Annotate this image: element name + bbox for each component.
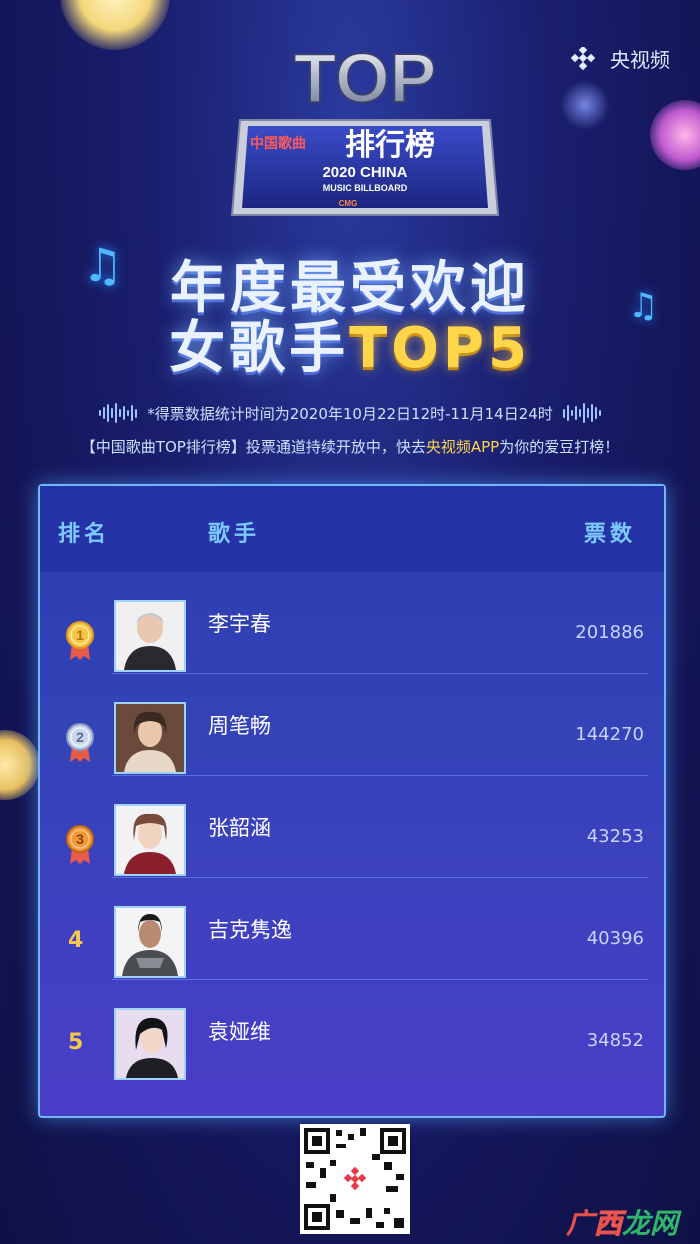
brand-name: 央视频 (610, 48, 670, 72)
light-glow (560, 80, 610, 130)
watermark: 广西龙网 (566, 1202, 678, 1242)
sound-wave-icon (562, 402, 601, 424)
headline-line2: 女歌手TOP5 (0, 303, 700, 384)
logo-top-text: TOP (294, 40, 437, 117)
promo-suffix: 为你的爱豆打榜！ (499, 438, 620, 456)
vote-count: 34852 (586, 1030, 644, 1051)
vote-count: 40396 (586, 928, 644, 949)
headline-prefix: 女歌手 (169, 316, 350, 381)
logo-en-line: MUSIC BILLBOARD (323, 183, 408, 193)
headline-highlight: TOP5 (349, 316, 531, 381)
silver-medal-icon: 2 (66, 723, 94, 762)
stat-note-row: *得票数据统计时间为2020年10月22日12时-11月14日24时 (0, 402, 700, 424)
brand-logo[interactable]: 央视频 (568, 44, 670, 73)
table-row[interactable]: 5 袁娅维 34852 (40, 980, 664, 1082)
logo-subtitle-small: 中国歌曲 (250, 135, 306, 152)
watermark-char: 龙网 (621, 1207, 678, 1240)
logo-org: CMG (339, 199, 358, 208)
light-glow (650, 100, 700, 170)
singer-name: 袁娅维 (208, 1020, 271, 1044)
table-row[interactable]: 3 张韶涵 43253 (40, 776, 664, 878)
avatar (114, 702, 186, 774)
vote-count: 201886 (575, 622, 644, 643)
avatar (114, 804, 186, 876)
promo-prefix: 【中国歌曲TOP排行榜】投票通道持续开放中，快去 (80, 438, 426, 456)
svg-text:3: 3 (76, 831, 84, 847)
rank-number: 5 (68, 1030, 84, 1055)
stat-note: *得票数据统计时间为2020年10月22日12时-11月14日24时 (147, 404, 553, 423)
table-header: 排名 歌手 票数 (40, 486, 664, 572)
bronze-medal-icon: 3 (66, 825, 94, 864)
singer-name: 李宇春 (208, 612, 271, 636)
singer-name: 周笔畅 (208, 714, 271, 738)
logo-subtitle-big: 排行榜 (345, 128, 435, 163)
gold-medal-icon: 1 (66, 621, 94, 660)
light-glow (60, 0, 170, 50)
rank-number: 4 (68, 928, 84, 953)
avatar (114, 906, 186, 978)
table-row[interactable]: 1 李宇春 201886 (40, 572, 664, 674)
top-chart-logo: TOP 中国歌曲 排行榜 2020 CHINA MUSIC BILLBOARD … (230, 40, 500, 216)
promo-text: 【中国歌曲TOP排行榜】投票通道持续开放中，快去央视频APP为你的爱豆打榜！ (0, 436, 700, 457)
qr-code[interactable] (300, 1124, 410, 1234)
svg-text:1: 1 (76, 627, 84, 643)
table-row[interactable]: 2 周笔畅 144270 (40, 674, 664, 776)
ranking-table: 排名 歌手 票数 1 李宇春 201886 2 周笔畅 144270 3 张韶涵… (38, 484, 666, 1118)
vote-count: 144270 (575, 724, 644, 745)
watermark-char: 西 (593, 1207, 622, 1241)
promo-highlight[interactable]: 央视频APP (426, 438, 499, 456)
logo-year-line: 2020 CHINA (322, 164, 407, 181)
watermark-char: 广 (565, 1207, 594, 1240)
svg-text:2: 2 (76, 729, 84, 745)
header-singer: 歌手 (208, 522, 261, 547)
sound-wave-icon (99, 402, 138, 424)
header-rank: 排名 (58, 522, 111, 547)
table-row[interactable]: 4 吉克隽逸 40396 (40, 878, 664, 980)
cctv-video-logo-icon (570, 46, 596, 70)
avatar (114, 1008, 186, 1080)
avatar (114, 600, 186, 672)
singer-name: 吉克隽逸 (208, 918, 292, 942)
singer-name: 张韶涵 (208, 816, 271, 840)
light-glow (0, 730, 40, 800)
vote-count: 43253 (586, 826, 644, 847)
header-votes: 票数 (583, 522, 636, 547)
